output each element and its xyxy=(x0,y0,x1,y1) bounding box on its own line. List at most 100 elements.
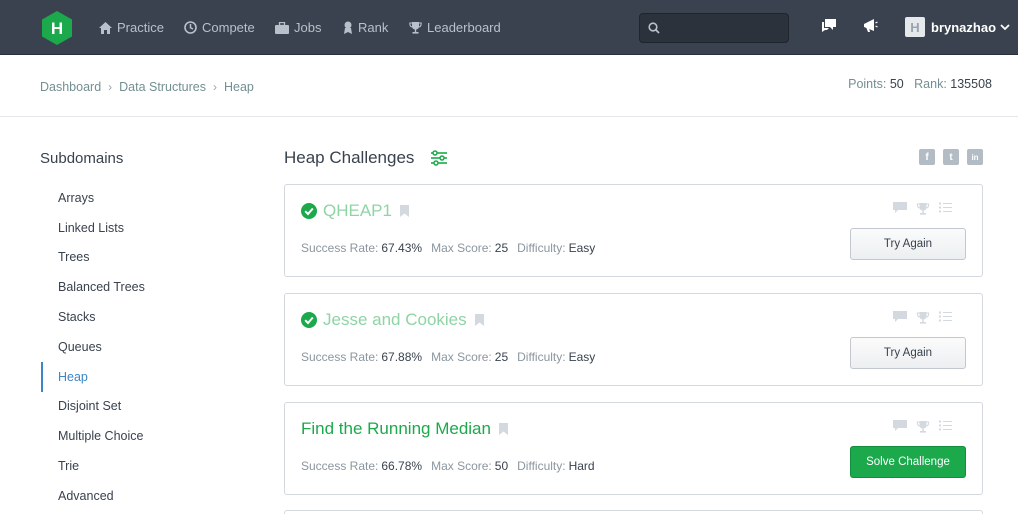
discussion-icon[interactable] xyxy=(893,420,907,432)
difficulty-label: Difficulty: xyxy=(517,459,566,473)
try-again-button[interactable]: Try Again xyxy=(850,337,966,369)
breadcrumb: Dashboard › Data Structures › Heap xyxy=(40,80,254,94)
bookmark-icon[interactable] xyxy=(399,205,409,217)
breadcrumb-separator-icon: › xyxy=(108,80,113,94)
points-label: Points: xyxy=(848,77,887,91)
nav-practice[interactable]: Practice xyxy=(99,0,164,55)
challenge-card: Jesse and Cookies Success Rate: 67.88% M… xyxy=(284,293,983,386)
sidebar-item-advanced[interactable]: Advanced xyxy=(41,481,241,511)
challenge-card: Find the Running Median Success Rate: 66… xyxy=(284,402,983,495)
try-again-button[interactable]: Try Again xyxy=(850,228,966,260)
challenge-card xyxy=(284,510,983,514)
nav-jobs[interactable]: Jobs xyxy=(275,0,321,55)
nav-compete-label: Compete xyxy=(202,20,255,35)
clock-icon xyxy=(184,21,197,34)
rank-value: 135508 xyxy=(950,77,992,91)
breadcrumb-heap[interactable]: Heap xyxy=(224,80,254,94)
sidebar-item-linked-lists[interactable]: Linked Lists xyxy=(41,213,241,243)
difficulty-value: Hard xyxy=(568,459,595,473)
sidebar-item-trie[interactable]: Trie xyxy=(41,451,241,481)
challenge-meta: Success Rate: 67.43% Max Score: 25 Diffi… xyxy=(301,241,604,255)
sidebar-item-queues[interactable]: Queues xyxy=(41,332,241,362)
nav-leaderboard[interactable]: Leaderboard xyxy=(409,0,501,55)
nav-rank[interactable]: Rank xyxy=(343,0,388,55)
leaderboard-trophy-icon[interactable] xyxy=(916,311,930,324)
breadcrumb-bar: Dashboard › Data Structures › Heap Point… xyxy=(0,55,1018,117)
page-title-text: Heap Challenges xyxy=(284,148,415,167)
challenge-title-link[interactable]: Jesse and Cookies xyxy=(301,310,484,330)
sidebar-item-balanced-trees[interactable]: Balanced Trees xyxy=(41,272,241,302)
rank-icon xyxy=(344,21,352,34)
discussion-icon[interactable] xyxy=(893,202,907,214)
difficulty-label: Difficulty: xyxy=(517,350,566,364)
sidebar-item-multiple-choice[interactable]: Multiple Choice xyxy=(41,421,241,451)
sidebar-item-disjoint-set[interactable]: Disjoint Set xyxy=(41,392,241,422)
list-icon[interactable] xyxy=(939,202,952,213)
max-score-value: 50 xyxy=(494,459,509,473)
challenge-meta: Success Rate: 66.78% Max Score: 50 Diffi… xyxy=(301,459,604,473)
success-rate-label: Success Rate: xyxy=(301,350,379,364)
challenge-action-icons xyxy=(893,202,952,215)
challenge-name: Find the Running Median xyxy=(301,419,491,438)
success-rate-value: 66.78% xyxy=(381,459,423,473)
avatar: H xyxy=(905,17,925,37)
difficulty-value: Easy xyxy=(568,241,596,255)
search-input[interactable] xyxy=(666,18,784,38)
breadcrumb-data-structures[interactable]: Data Structures xyxy=(119,80,206,94)
filter-sliders-icon[interactable] xyxy=(430,150,448,166)
difficulty-label: Difficulty: xyxy=(517,241,566,255)
sidebar-title: Subdomains xyxy=(40,150,124,167)
success-rate-value: 67.43% xyxy=(381,241,423,255)
challenge-title-link[interactable]: Find the Running Median xyxy=(301,419,508,439)
nav-jobs-label: Jobs xyxy=(294,20,322,35)
challenge-meta: Success Rate: 67.88% Max Score: 25 Diffi… xyxy=(301,350,604,364)
leaderboard-trophy-icon[interactable] xyxy=(916,420,930,433)
notifications-icon[interactable] xyxy=(863,18,878,33)
messages-icon[interactable] xyxy=(821,18,837,33)
challenge-action-icons xyxy=(893,420,952,433)
bookmark-icon[interactable] xyxy=(474,314,484,326)
search-icon xyxy=(648,22,660,34)
search-box[interactable] xyxy=(639,13,789,43)
rank-label: Rank: xyxy=(914,77,947,91)
sidebar-item-stacks[interactable]: Stacks xyxy=(41,302,241,332)
success-rate-value: 67.88% xyxy=(381,350,423,364)
success-rate-label: Success Rate: xyxy=(301,241,379,255)
facebook-share-icon[interactable]: f xyxy=(919,149,935,165)
list-icon[interactable] xyxy=(939,420,952,431)
max-score-label: Max Score: xyxy=(431,350,492,364)
challenge-card: QHEAP1 Success Rate: 67.43% Max Score: 2… xyxy=(284,184,983,277)
list-icon[interactable] xyxy=(939,311,952,322)
linkedin-share-icon[interactable]: in xyxy=(967,149,983,165)
challenge-name: QHEAP1 xyxy=(323,201,392,220)
briefcase-icon xyxy=(275,21,289,34)
chevron-down-icon xyxy=(1000,23,1010,30)
user-menu[interactable]: H brynazhao xyxy=(905,16,1010,38)
solved-check-icon xyxy=(301,312,317,328)
top-navbar: H Practice Compete Jobs Rank Leaderboard… xyxy=(0,0,1018,55)
logo-letter: H xyxy=(51,19,63,38)
solved-check-icon xyxy=(301,203,317,219)
twitter-share-icon[interactable]: t xyxy=(943,149,959,165)
challenge-action-icons xyxy=(893,311,952,324)
subdomain-list: Arrays Linked Lists Trees Balanced Trees… xyxy=(41,183,241,511)
leaderboard-trophy-icon[interactable] xyxy=(916,202,930,215)
nav-leaderboard-label: Leaderboard xyxy=(427,20,501,35)
user-stats: Points: 50 Rank: 135508 xyxy=(848,77,992,91)
points-value: 50 xyxy=(889,77,904,91)
bookmark-icon[interactable] xyxy=(498,423,508,435)
max-score-label: Max Score: xyxy=(431,459,492,473)
max-score-label: Max Score: xyxy=(431,241,492,255)
challenge-title-link[interactable]: QHEAP1 xyxy=(301,201,409,221)
sidebar-item-trees[interactable]: Trees xyxy=(41,243,241,273)
home-icon xyxy=(99,21,112,34)
solve-challenge-button[interactable]: Solve Challenge xyxy=(850,446,966,478)
difficulty-value: Easy xyxy=(568,350,596,364)
discussion-icon[interactable] xyxy=(893,311,907,323)
nav-compete[interactable]: Compete xyxy=(184,0,255,55)
max-score-value: 25 xyxy=(494,350,509,364)
breadcrumb-dashboard[interactable]: Dashboard xyxy=(40,80,101,94)
hackerrank-logo[interactable]: H xyxy=(40,10,74,46)
sidebar-item-arrays[interactable]: Arrays xyxy=(41,183,241,213)
sidebar-item-heap[interactable]: Heap xyxy=(41,361,241,392)
